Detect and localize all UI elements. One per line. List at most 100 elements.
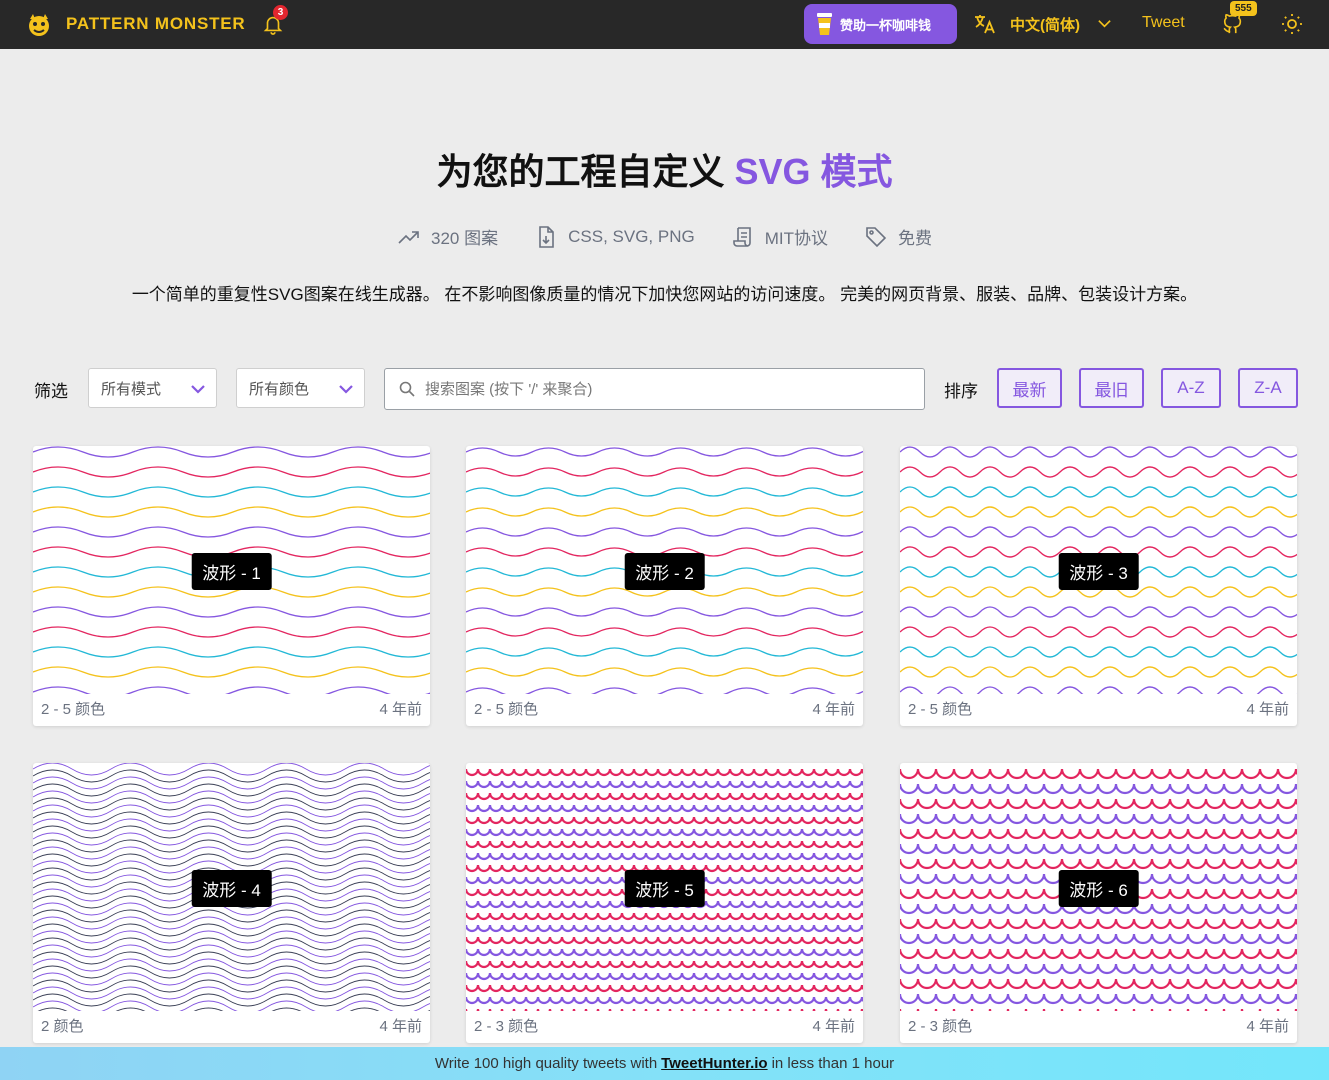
pattern-stroke: [900, 486, 1297, 498]
pattern-stroke: [33, 909, 430, 923]
github-icon[interactable]: [1222, 13, 1244, 35]
pattern-stroke: [33, 986, 430, 1000]
pattern-stroke: [466, 647, 863, 657]
pattern-stroke: [33, 937, 430, 951]
pattern-age: 4 年前: [812, 1018, 855, 1035]
trending-up-icon: [398, 230, 419, 244]
sort-a-z-button[interactable]: A-Z: [1161, 368, 1221, 408]
sort-oldest-button[interactable]: 最旧: [1079, 368, 1144, 408]
hero-title-main: 为您的工程自定义: [436, 151, 735, 192]
stat-formats: CSS, SVG, PNG: [534, 224, 695, 249]
pattern-stroke: [466, 607, 863, 617]
mode-select[interactable]: 所有模式: [88, 368, 217, 408]
language-selector[interactable]: 中文(简体): [1010, 14, 1080, 35]
pattern-stroke: [466, 948, 863, 957]
pattern-stroke: [37, 1007, 430, 1011]
pattern-stroke: [466, 912, 863, 921]
stat-price: 免费: [864, 224, 932, 249]
promo-banner: Write 100 high quality tweets with Tweet…: [0, 1047, 1329, 1080]
pattern-stroke: [466, 972, 863, 981]
pattern-stroke: [900, 858, 1297, 870]
coffee-cup-icon: [817, 13, 832, 35]
pattern-stroke: [466, 996, 863, 1005]
pattern-stroke: [33, 839, 430, 853]
mode-select-value: 所有模式: [101, 380, 162, 398]
pattern-stroke: [33, 646, 430, 658]
pattern-card-wave-2[interactable]: 波形 - 2 2 - 5 颜色 4 年前: [466, 446, 863, 726]
pattern-stroke: [466, 840, 863, 849]
pattern-stroke: [900, 1008, 1297, 1011]
stat-license: MIT协议: [731, 224, 828, 249]
pattern-card-wave-4[interactable]: 波形 - 4 2 颜色 4 年前: [33, 763, 430, 1043]
pattern-stroke: [900, 978, 1297, 990]
pattern-stroke: [33, 783, 430, 797]
pattern-age: 4 年前: [379, 701, 422, 718]
sort-label: 排序: [944, 382, 978, 401]
chevron-down-icon: [339, 385, 353, 394]
top-navbar: PATTERN MONSTER 3 赞助一杯咖啡钱 中文(简体) Tweet 5…: [0, 0, 1329, 49]
pattern-stroke: [466, 924, 863, 933]
chevron-down-icon[interactable]: [1097, 16, 1112, 31]
pattern-stroke: [33, 825, 430, 839]
tagline: 一个简单的重复性SVG图案在线生成器。 在不影响图像质量的情况下加快您网站的访问…: [131, 285, 1198, 304]
pattern-stroke: [900, 526, 1297, 538]
pattern-colors: 2 - 5 颜色: [41, 701, 106, 718]
pattern-stroke: [33, 846, 430, 860]
github-stars-badge: 555: [1230, 1, 1257, 16]
color-select-value: 所有颜色: [249, 380, 310, 398]
stat-patterns: 320 图案: [397, 224, 498, 249]
banner-link[interactable]: TweetHunter.io: [661, 1055, 767, 1072]
pattern-stroke: [33, 993, 430, 1007]
pattern-name: 波形 - 1: [191, 553, 272, 590]
donate-button[interactable]: 赞助一杯咖啡钱: [804, 4, 957, 44]
stat-label: CSS, SVG, PNG: [568, 226, 695, 246]
search-input[interactable]: [425, 380, 905, 398]
pattern-stroke: [900, 626, 1297, 638]
pattern-stroke: [33, 832, 430, 846]
sun-theme-icon[interactable]: [1280, 12, 1304, 36]
pattern-stroke: [33, 811, 430, 825]
pattern-card-wave-5[interactable]: 波形 - 5 2 - 3 颜色 4 年前: [466, 763, 863, 1043]
hero-title-accent: SVG 模式: [734, 151, 893, 192]
pattern-colors: 2 - 5 颜色: [908, 701, 973, 718]
donate-label: 赞助一杯咖啡钱: [840, 17, 932, 33]
pattern-stroke: [900, 933, 1297, 945]
brand-name[interactable]: PATTERN MONSTER: [66, 14, 245, 34]
monster-logo-icon[interactable]: [26, 11, 52, 37]
pattern-stroke: [900, 843, 1297, 855]
pattern-stroke: [33, 769, 430, 783]
pattern-stroke: [466, 687, 863, 694]
pattern-stroke: [33, 944, 430, 958]
pattern-stroke: [466, 667, 863, 677]
pattern-card-wave-1[interactable]: 波形 - 1 2 - 5 颜色 4 年前: [33, 446, 430, 726]
pattern-stroke: [466, 768, 863, 777]
pattern-stroke: [900, 813, 1297, 825]
banner-suffix: in less than 1 hour: [771, 1055, 895, 1072]
pattern-stroke: [33, 776, 430, 790]
pattern-card-wave-3[interactable]: 波形 - 3 2 - 5 颜色 4 年前: [900, 446, 1297, 726]
pattern-stroke: [33, 666, 430, 678]
color-select[interactable]: 所有颜色: [236, 368, 365, 408]
sort-newest-button[interactable]: 最新: [997, 368, 1062, 408]
sort-z-a-button[interactable]: Z-A: [1238, 368, 1298, 408]
search-icon: [399, 381, 415, 397]
license-icon: [732, 226, 751, 247]
pattern-card-wave-6[interactable]: 波形 - 6 2 - 3 颜色 4 年前: [900, 763, 1297, 1043]
pattern-stroke: [466, 792, 863, 801]
pattern-stroke: [466, 852, 863, 861]
pattern-stroke: [466, 487, 863, 497]
pattern-stroke: [466, 816, 863, 825]
pattern-stroke: [466, 780, 863, 789]
tweet-link[interactable]: Tweet: [1142, 14, 1185, 32]
pattern-stroke: [900, 686, 1297, 694]
pattern-stroke: [33, 958, 430, 972]
pattern-stroke: [33, 853, 430, 867]
filter-label: 筛选: [34, 382, 68, 401]
pattern-stroke: [466, 527, 863, 537]
pattern-stroke: [33, 979, 430, 993]
pattern-stroke: [900, 828, 1297, 840]
pattern-name: 波形 - 2: [624, 553, 705, 590]
pattern-stroke: [466, 828, 863, 837]
pattern-stroke: [33, 446, 430, 458]
pattern-name: 波形 - 3: [1058, 553, 1139, 590]
